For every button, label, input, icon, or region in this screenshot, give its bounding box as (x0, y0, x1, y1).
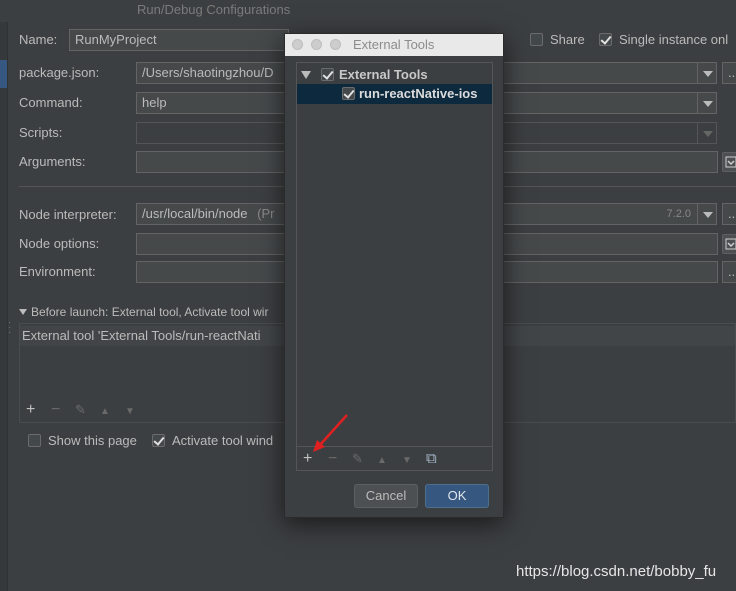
close-window-icon[interactable] (292, 39, 303, 50)
zoom-window-icon[interactable] (330, 39, 341, 50)
node-version: 7.2.0 (666, 208, 691, 220)
expand-icon (725, 156, 736, 168)
expand-icon (725, 238, 736, 250)
before-launch-edit-button[interactable]: ✎ (75, 402, 86, 418)
left-panel-strip (0, 22, 8, 591)
share-checkbox[interactable] (530, 33, 543, 46)
node-interpreter-browse-button[interactable]: ... (722, 203, 736, 225)
window-title: Run/Debug Configurations (137, 2, 291, 17)
dialog-title: External Tools (353, 37, 435, 52)
command-dropdown[interactable] (697, 92, 717, 114)
show-page-label: Show this page (48, 433, 137, 448)
move-up-button[interactable]: ▲ (377, 453, 387, 469)
name-input[interactable]: RunMyProject (69, 29, 289, 51)
node-options-label: Node options: (19, 236, 100, 251)
left-panel-selection (0, 60, 7, 88)
before-launch-remove-button[interactable]: − (51, 402, 60, 418)
before-launch-up-button[interactable]: ▲ (100, 404, 110, 420)
dialog-titlebar: External Tools (285, 34, 503, 56)
packagejson-browse-button[interactable]: ... (722, 62, 736, 84)
scripts-label: Scripts: (19, 125, 63, 140)
single-instance-checkbox[interactable] (599, 33, 612, 46)
packagejson-dropdown[interactable] (697, 62, 717, 84)
move-down-button[interactable]: ▼ (402, 453, 412, 469)
tree-expand-toggle[interactable] (301, 71, 311, 79)
tree-root-label[interactable]: External Tools (339, 67, 428, 82)
command-label: Command: (19, 95, 83, 110)
show-page-checkbox[interactable] (28, 434, 41, 447)
watermark: https://blog.csdn.net/bobby_fu (516, 563, 717, 580)
edit-tool-button[interactable]: ✎ (352, 451, 363, 467)
arguments-expand-button[interactable] (722, 152, 736, 172)
node-interpreter-path: /usr/local/bin/node (142, 206, 248, 221)
packagejson-label: package.json: (19, 65, 100, 80)
activate-tool-checkbox[interactable] (152, 434, 165, 447)
before-launch-header: Before launch: External tool, Activate t… (31, 305, 269, 319)
tree-item-run-reactnative-ios[interactable]: run-reactNative-ios (297, 84, 492, 104)
before-launch-toggle[interactable] (19, 309, 27, 315)
activate-tool-label: Activate tool wind (172, 433, 274, 448)
scripts-dropdown[interactable] (697, 122, 717, 144)
external-tools-dialog: External Tools External Tools run-reactN… (284, 33, 504, 518)
tools-tree: External Tools run-reactNative-ios + − ✎… (296, 62, 493, 471)
node-interpreter-label: Node interpreter: (19, 207, 117, 222)
window-titlebar: Run/Debug Configurations (0, 0, 736, 22)
tree-root-checkbox[interactable] (321, 68, 334, 81)
splitter-handle[interactable]: · · · (8, 318, 11, 338)
environment-label: Environment: (19, 264, 96, 279)
cancel-button[interactable]: Cancel (354, 484, 418, 508)
before-launch-add-button[interactable]: + (26, 402, 35, 418)
node-options-expand-button[interactable] (722, 234, 736, 254)
node-interpreter-hint: (Pr (257, 206, 275, 221)
minimize-window-icon[interactable] (311, 39, 322, 50)
tree-item-checkbox[interactable] (342, 87, 355, 100)
single-instance-label: Single instance onl (619, 32, 729, 47)
name-label: Name: (19, 32, 58, 47)
node-interpreter-dropdown[interactable] (697, 203, 717, 225)
tree-item-label: run-reactNative-ios (359, 86, 478, 101)
environment-browse-button[interactable]: ... (722, 261, 736, 283)
arguments-label: Arguments: (19, 154, 86, 169)
copy-tool-button[interactable]: ⧉ (426, 451, 437, 467)
before-launch-item-label: External tool 'External Tools/run-reactN… (22, 328, 261, 343)
share-label: Share (550, 32, 585, 47)
annotation-arrow-icon (313, 414, 348, 452)
ok-button[interactable]: OK (425, 484, 489, 508)
before-launch-down-button[interactable]: ▼ (125, 404, 135, 420)
